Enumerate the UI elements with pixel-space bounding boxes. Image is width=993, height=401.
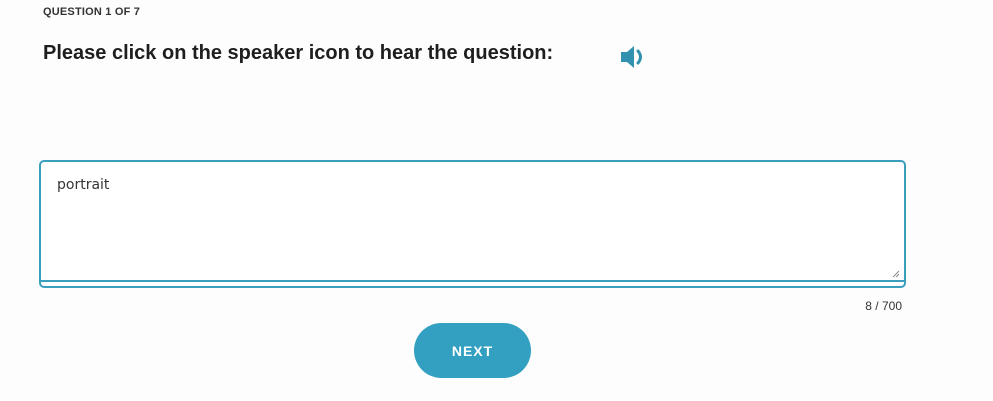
quiz-page: QUESTION 1 OF 7 Please click on the spea… [0,0,993,401]
resize-handle-icon[interactable] [892,270,900,278]
question-prompt: Please click on the speaker icon to hear… [43,42,554,64]
speaker-icon[interactable] [619,43,649,71]
speaker-icon-graphic [621,46,642,68]
character-counter: 8 / 700 [865,299,902,313]
answer-field-container [39,160,906,288]
answer-textarea[interactable] [41,162,904,286]
question-progress: QUESTION 1 OF 7 [43,6,141,18]
question-row: Please click on the speaker icon to hear… [43,42,553,65]
next-button[interactable]: NEXT [414,323,531,378]
